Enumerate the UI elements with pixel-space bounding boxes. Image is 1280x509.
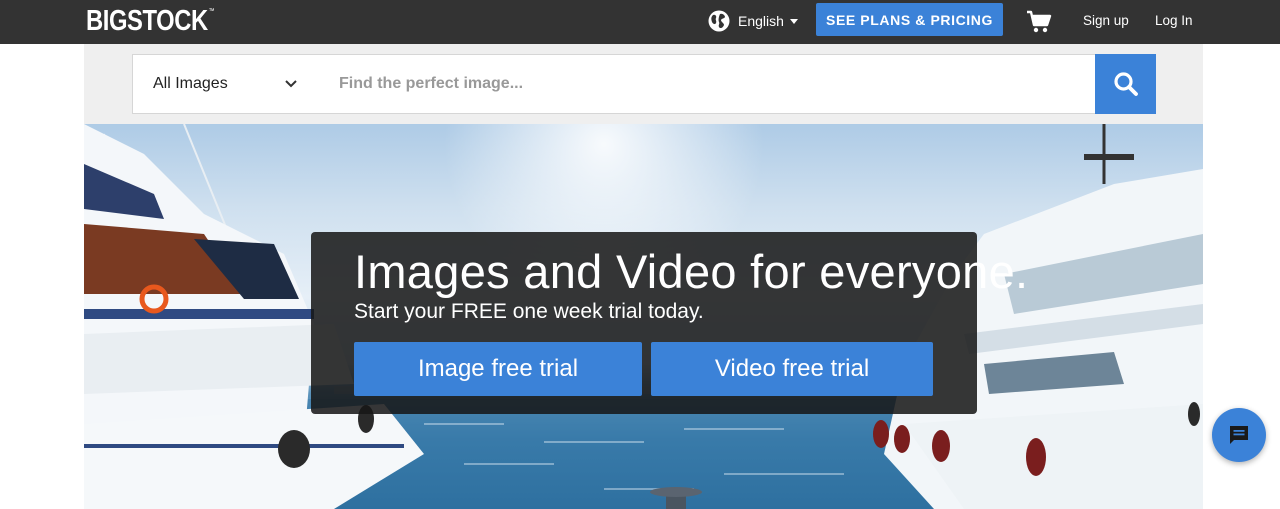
see-plans-pricing-button[interactable]: SEE PLANS & PRICING (816, 3, 1003, 36)
log-in-link[interactable]: Log In (1155, 13, 1193, 28)
sign-up-link[interactable]: Sign up (1083, 13, 1129, 28)
globe-icon (708, 10, 730, 32)
language-label: English (738, 13, 784, 29)
hero-subheadline: Start your FREE one week trial today. (354, 300, 704, 323)
language-selector[interactable]: English (708, 10, 798, 32)
trademark-mark: ™ (208, 8, 215, 15)
search-icon (1113, 72, 1138, 96)
chat-button[interactable] (1212, 408, 1266, 462)
caret-down-icon (789, 18, 798, 24)
category-label: All Images (153, 75, 228, 92)
cart-icon[interactable] (1026, 10, 1052, 34)
logo-text: BIGSTOCK (86, 5, 208, 37)
search-input[interactable] (319, 54, 1096, 114)
chat-icon (1230, 426, 1248, 444)
hero-headline: Images and Video for everyone. (354, 245, 1029, 298)
image-free-trial-button[interactable]: Image free trial (354, 342, 642, 396)
video-free-trial-button[interactable]: Video free trial (651, 342, 933, 396)
bigstock-logo[interactable]: BIGSTOCK™ (86, 5, 214, 38)
search-button[interactable] (1095, 54, 1156, 114)
top-navigation-bar: BIGSTOCK™ English SEE PLANS & PRICING Si… (0, 0, 1280, 44)
category-dropdown[interactable]: All Images (132, 54, 320, 114)
chevron-down-icon (285, 80, 297, 88)
